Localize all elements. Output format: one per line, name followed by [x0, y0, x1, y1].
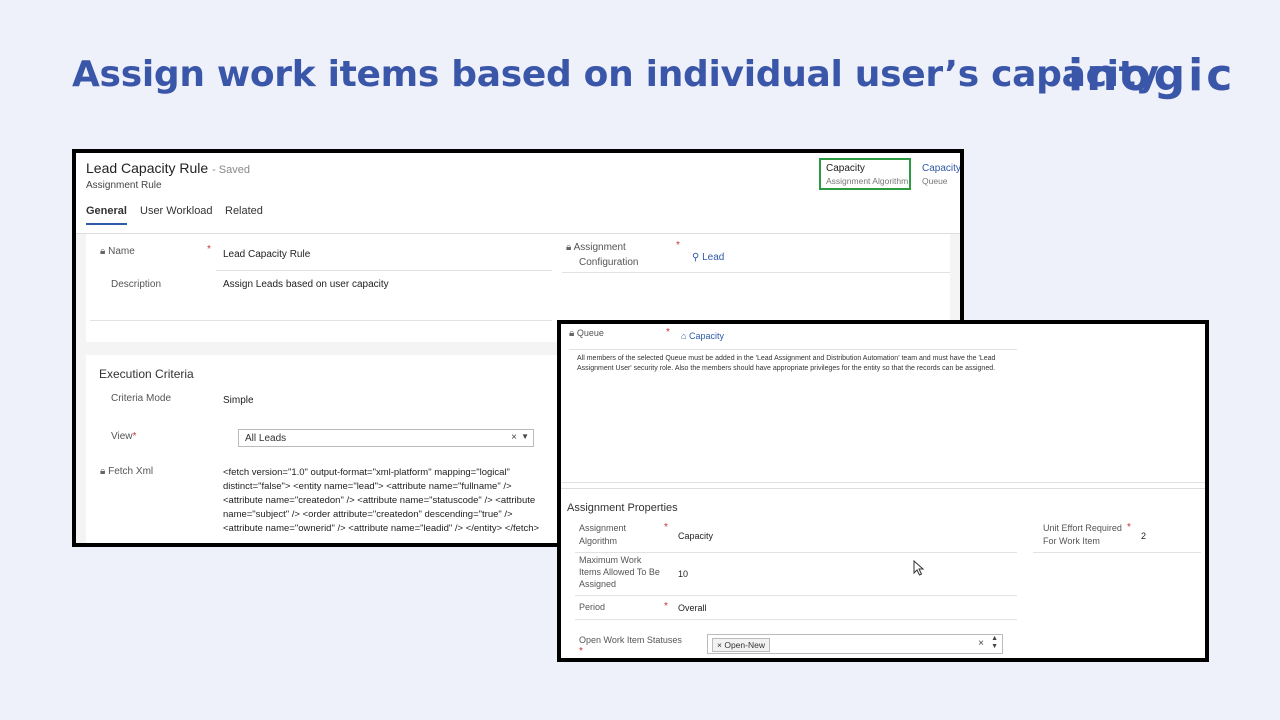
page-headline: Assign work items based on individual us… [72, 54, 1159, 95]
unit-effort-label-2: For Work Item [1043, 536, 1100, 546]
required-marker: * [1127, 522, 1131, 533]
algorithm-label-2: Algorithm [579, 536, 618, 546]
queue-icon: ⌂ [681, 331, 687, 341]
required-marker: * [676, 240, 680, 251]
required-marker: * [664, 522, 668, 533]
algorithm-value[interactable]: Capacity [678, 531, 713, 541]
section-title: Assignment Properties [567, 502, 678, 514]
name-field[interactable]: Lead Capacity Rule [223, 249, 310, 260]
required-marker: * [579, 646, 583, 657]
period-label: Period [579, 602, 606, 612]
record-title: Lead Capacity Rule - Saved [86, 160, 250, 176]
form-header: Lead Capacity Rule - Saved Assignment Ru… [76, 153, 960, 234]
name-label: 🔒︎ Name [100, 246, 135, 257]
lock-icon: 🔒︎ [100, 246, 106, 257]
status-tag[interactable]: × Open-New [712, 638, 770, 652]
header-queue-label: Queue [922, 176, 948, 186]
header-algorithm-label: Assignment Algorithm [826, 176, 909, 186]
open-statuses-multiselect[interactable]: × Open-New × ▲ ▼ [707, 634, 1003, 654]
max-items-label: Maximum Work [579, 555, 642, 565]
lock-icon: 🔒︎ [566, 242, 572, 253]
period-value[interactable]: Overall [678, 603, 707, 613]
divider [1033, 552, 1201, 553]
header-queue[interactable]: Capacity Queue [922, 163, 960, 186]
open-statuses-label: Open Work Item Statuses [579, 635, 682, 645]
mouse-cursor-icon [913, 560, 925, 576]
max-items-label-3: Assigned [579, 579, 617, 589]
lock-icon: 🔒︎ [100, 466, 106, 477]
assignment-configuration-label-2: Configuration [579, 257, 639, 268]
fetch-xml-label: 🔒︎ Fetch Xml [100, 466, 154, 477]
unit-effort-label: Unit Effort Required [1043, 523, 1122, 533]
divider [561, 482, 1205, 483]
assignment-configuration-lookup[interactable]: ⚲ Lead [692, 252, 724, 263]
divider [562, 272, 950, 273]
max-items-label-2: Items Allowed To Be [579, 567, 660, 577]
required-marker: * [207, 244, 211, 255]
view-label: View* [111, 431, 137, 442]
chevron-down-icon[interactable]: ▼ [521, 432, 529, 441]
queue-lookup[interactable]: ⌂ Capacity [681, 331, 724, 341]
header-queue-value[interactable]: Capacity [922, 163, 960, 174]
divider [575, 552, 1017, 553]
assignment-properties-section: Assignment Properties Assignment Algorit… [561, 488, 1205, 658]
criteria-mode-label: Criteria Mode [111, 393, 172, 404]
tab-general[interactable]: General [86, 205, 127, 225]
queue-note: All members of the selected Queue must b… [577, 355, 996, 372]
tab-user-workload[interactable]: User Workload [140, 205, 213, 217]
divider [575, 619, 1017, 620]
fetch-xml-value[interactable]: <fetch version="1.0" output-format="xml-… [223, 466, 553, 536]
stepper-icon[interactable]: ▲ ▼ [991, 635, 998, 651]
divider [569, 349, 1017, 350]
inogic-logo: inogic [1068, 50, 1236, 101]
description-label: Description [111, 279, 162, 290]
tab-related[interactable]: Related [225, 205, 263, 217]
entity-icon: ⚲ [692, 252, 700, 263]
clear-icon[interactable]: × [978, 638, 984, 649]
divider [90, 320, 552, 321]
section-title: Execution Criteria [99, 367, 194, 381]
description-field[interactable]: Assign Leads based on user capacity [223, 279, 389, 290]
divider [575, 595, 1017, 596]
assignment-configuration-label: 🔒︎ Assignment [566, 242, 626, 253]
queue-assignment-panel: 🔒︎ Queue * ⌂ Capacity All members of the… [557, 320, 1209, 662]
record-name: Lead Capacity Rule [86, 160, 209, 176]
required-marker: * [666, 327, 670, 338]
required-marker: * [664, 601, 668, 612]
save-status: - Saved [212, 164, 250, 176]
unit-effort-value[interactable]: 2 [1141, 531, 1146, 541]
divider [216, 270, 552, 271]
record-entity: Assignment Rule [86, 180, 162, 191]
queue-label: 🔒︎ Queue [569, 328, 604, 339]
view-select[interactable]: All Leads × ▼ [238, 429, 534, 447]
header-assignment-algorithm: Capacity Assignment Algorithm [826, 163, 908, 186]
algorithm-label: Assignment [579, 523, 627, 533]
view-select-value: All Leads [245, 433, 287, 444]
clear-icon[interactable]: × [511, 432, 517, 443]
header-algorithm-value: Capacity [826, 163, 865, 174]
max-items-value[interactable]: 10 [678, 569, 688, 579]
lock-icon: 🔒︎ [569, 328, 575, 339]
criteria-mode-value[interactable]: Simple [223, 395, 254, 406]
